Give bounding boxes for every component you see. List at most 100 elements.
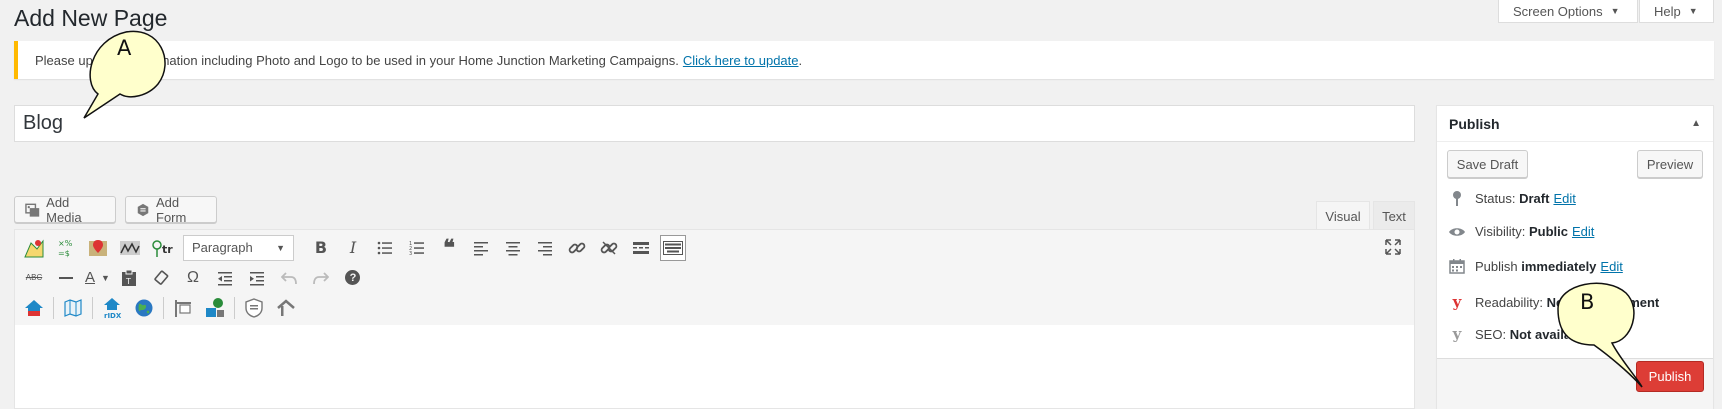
unlink-icon[interactable]	[596, 235, 622, 261]
collapse-arrow-icon[interactable]: ▲	[1691, 118, 1701, 129]
tab-text[interactable]: Text	[1373, 201, 1415, 230]
neighborhood-icon[interactable]	[202, 295, 228, 321]
undo-icon[interactable]	[276, 265, 302, 291]
idx-icon[interactable]: rIDX	[99, 295, 125, 321]
save-draft-button[interactable]: Save Draft	[1447, 150, 1528, 178]
editor-content-area[interactable]	[14, 325, 1415, 409]
toolbar-divider	[234, 296, 235, 319]
tab-visual[interactable]: Visual	[1316, 201, 1370, 230]
caret-down-icon: ▼	[1610, 6, 1620, 16]
add-form-button[interactable]: Add Form	[125, 194, 217, 225]
fullscreen-icon[interactable]	[1380, 234, 1406, 260]
link-icon[interactable]	[564, 235, 590, 261]
edit-visibility-link[interactable]: Edit	[1572, 224, 1594, 239]
indent-icon[interactable]	[244, 265, 270, 291]
text-color-glyph: A	[85, 269, 96, 286]
toolbar-divider	[53, 296, 54, 319]
callout-b	[1557, 282, 1643, 388]
svg-text:tr: tr	[162, 243, 173, 256]
property-map-icon[interactable]	[21, 235, 47, 261]
map-fold-icon[interactable]	[60, 295, 86, 321]
visibility-row: Visibility: Public Edit	[1447, 224, 1594, 239]
globe-icon[interactable]	[131, 295, 157, 321]
status-value: Draft	[1519, 190, 1550, 206]
media-icon	[25, 203, 40, 217]
screen-options-button[interactable]: Screen Options ▼	[1498, 0, 1638, 23]
read-more-icon[interactable]	[628, 235, 654, 261]
map-pin-icon[interactable]	[85, 235, 111, 261]
preview-button[interactable]: Preview	[1637, 150, 1703, 178]
edit-status-link[interactable]: Edit	[1553, 191, 1575, 206]
align-left-icon[interactable]	[468, 235, 494, 261]
italic-icon[interactable]: I	[340, 235, 366, 261]
redo-icon[interactable]	[308, 265, 334, 291]
svg-text:=$: =$	[58, 249, 70, 258]
yoast-readability-icon: y	[1452, 293, 1462, 311]
help-label: Help	[1654, 3, 1681, 19]
paste-text-icon[interactable]: T	[116, 265, 142, 291]
caret-down-icon: ▼	[276, 242, 285, 253]
help-glyph: ?	[345, 270, 361, 285]
eye-icon	[1447, 226, 1467, 238]
align-center-icon[interactable]	[500, 235, 526, 261]
yoast-seo-icon: y	[1452, 325, 1462, 343]
horizontal-line-icon[interactable]	[53, 265, 79, 291]
visibility-label: Visibility:	[1475, 224, 1526, 239]
strikethrough-icon[interactable]: ABC	[21, 265, 47, 291]
add-media-label: Add Media	[46, 194, 82, 225]
format-select-value: Paragraph	[192, 240, 253, 255]
toolbar-divider	[163, 296, 164, 319]
readability-label: Readability:	[1475, 294, 1543, 310]
page-title-input[interactable]: Blog	[14, 105, 1415, 142]
keyboard-toolbar-toggle-icon[interactable]	[660, 234, 686, 261]
svg-text:×%: ×%	[58, 239, 73, 248]
special-character-icon[interactable]: Ω	[180, 265, 206, 291]
toolbar-row-3: rIDX	[21, 294, 299, 321]
help-button[interactable]: Help ▼	[1639, 0, 1714, 23]
market-chart-icon[interactable]	[117, 235, 143, 261]
pin-tr-icon[interactable]: tr	[149, 235, 175, 261]
caret-down-icon: ▼	[101, 272, 110, 283]
roof-icon[interactable]	[273, 295, 299, 321]
pin-icon	[1447, 190, 1467, 206]
toolbar-row-1: ×% =$ tr Paragraph ▼ B I 123 ❝	[21, 234, 686, 261]
outdent-icon[interactable]	[212, 265, 238, 291]
clear-formatting-icon[interactable]	[148, 265, 174, 291]
form-icon	[137, 203, 149, 216]
edit-publish-date-link[interactable]: Edit	[1600, 259, 1622, 274]
bold-icon[interactable]: B	[308, 235, 334, 261]
svg-text:rIDX: rIDX	[104, 312, 122, 319]
keyboard-shortcuts-icon[interactable]: ?	[340, 265, 366, 291]
callout-b-label: B	[1580, 290, 1595, 314]
format-select[interactable]: Paragraph ▼	[183, 234, 294, 261]
svg-text:T: T	[125, 277, 131, 286]
screen-options-label: Screen Options	[1513, 3, 1603, 19]
add-media-button[interactable]: Add Media	[14, 194, 116, 225]
calendar-icon	[1447, 258, 1467, 274]
sign-post-icon[interactable]	[170, 295, 196, 321]
add-form-label: Add Form	[156, 194, 187, 225]
align-right-icon[interactable]	[532, 235, 558, 261]
toolbar-divider	[92, 296, 93, 319]
publish-date-value: immediately	[1521, 258, 1597, 274]
update-link[interactable]: Click here to update	[683, 53, 799, 68]
caret-down-icon: ▼	[1688, 6, 1698, 16]
text-color-icon[interactable]: A ▼	[85, 265, 110, 291]
home-listing-icon[interactable]	[21, 295, 47, 321]
publish-panel-header[interactable]: Publish ▲	[1437, 106, 1713, 142]
editor-toolbar: ×% =$ tr Paragraph ▼ B I 123 ❝ ABC A ▼ T…	[14, 229, 1415, 326]
publish-date-label: Publish	[1475, 258, 1518, 274]
numbered-list-icon[interactable]: 123	[404, 235, 430, 261]
bullet-list-icon[interactable]	[372, 235, 398, 261]
shield-badge-icon[interactable]	[241, 295, 267, 321]
callout-a-label: A	[117, 36, 132, 60]
publish-panel-title: Publish	[1449, 115, 1500, 132]
update-notice: Please upd formation including Photo and…	[14, 41, 1714, 79]
publish-date-row: Publish immediately Edit	[1447, 258, 1623, 274]
mortgage-calculator-icon[interactable]: ×% =$	[53, 235, 79, 261]
seo-label: SEO:	[1475, 326, 1507, 342]
status-row: Status: Draft Edit	[1447, 190, 1576, 206]
blockquote-icon[interactable]: ❝	[436, 235, 462, 261]
svg-text:3: 3	[409, 251, 412, 256]
visibility-value: Public	[1528, 224, 1568, 239]
